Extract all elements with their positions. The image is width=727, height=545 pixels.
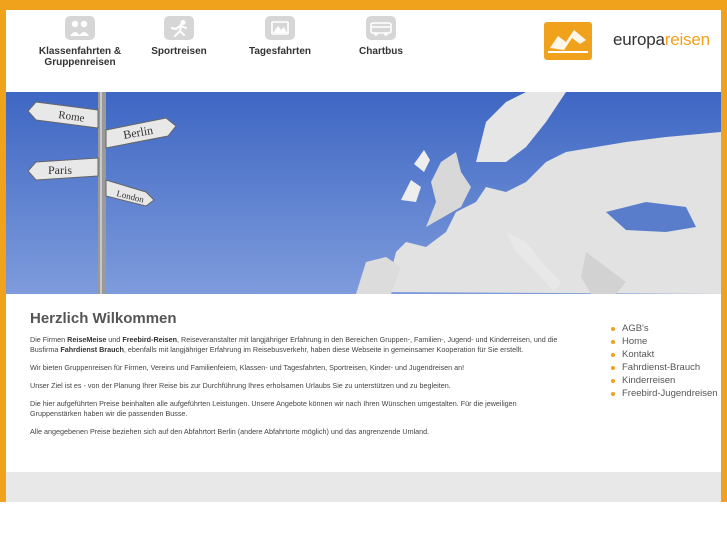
side-menu: AGB's Home Kontakt Fahrdienst-Brauch Kin… xyxy=(610,322,718,400)
nav-sport[interactable]: Sportreisen xyxy=(144,16,214,57)
sign-paris: Paris xyxy=(48,163,72,177)
europe-map-image: Rome Berlin Paris London xyxy=(6,92,721,294)
company-name: Fahrdienst Brauch xyxy=(60,345,124,354)
group-icon xyxy=(65,16,95,40)
page-container: Klassenfahrten & Gruppenreisen Sportreis… xyxy=(6,10,721,502)
goal-paragraph: Unser Ziel ist es - von der Planung Ihre… xyxy=(30,381,451,390)
side-link-fahrdienst[interactable]: Fahrdienst-Brauch xyxy=(610,361,718,374)
side-link-agb[interactable]: AGB's xyxy=(610,322,718,335)
side-link-kontakt[interactable]: Kontakt xyxy=(610,348,718,361)
company-name: Freebird-Reisen xyxy=(122,335,178,344)
p1-part: , ebenfalls mit langjähriger Erfahrung i… xyxy=(123,345,524,354)
nav-daytrips[interactable]: Tagesfahrten xyxy=(244,16,316,57)
nav-chartbus[interactable]: Chartbus xyxy=(351,16,411,57)
hero-banner: Rome Berlin Paris London xyxy=(6,92,721,294)
sport-icon xyxy=(164,16,194,40)
side-link-freebird[interactable]: Freebird-Jugendreisen xyxy=(610,387,718,400)
europareisen-logo[interactable]: europareisen xyxy=(544,22,714,60)
footer-bar xyxy=(6,472,721,502)
side-link-kinderreisen[interactable]: Kinderreisen xyxy=(610,374,718,387)
nav-classtrips[interactable]: Klassenfahrten & Gruppenreisen xyxy=(30,16,130,68)
main-content: Herzlich Wilkommen Die Firmen ReiseMeise… xyxy=(30,310,570,445)
nav-label: Sportreisen xyxy=(151,46,207,57)
logo-mark-icon xyxy=(544,22,592,60)
p1-part: Die Firmen xyxy=(30,335,68,344)
header: Klassenfahrten & Gruppenreisen Sportreis… xyxy=(6,10,721,90)
nav-label: Tagesfahrten xyxy=(248,46,312,57)
intro-paragraph: Die Firmen ReiseMeise und Freebird-Reise… xyxy=(30,335,570,355)
offer-paragraph: Wir bieten Gruppenreisen für Firmen, Ver… xyxy=(30,363,465,372)
price-paragraph: Die hier aufgeführten Preise beinhalten … xyxy=(30,399,517,418)
logo-text-part2: reisen xyxy=(664,30,710,49)
logo-text: europareisen xyxy=(613,30,710,50)
nav-label: Klassenfahrten & Gruppenreisen xyxy=(38,46,122,68)
logo-text-part1: europa xyxy=(613,30,665,49)
p1-part: und xyxy=(106,335,123,344)
company-name: ReiseMeise xyxy=(67,335,107,344)
departure-paragraph: Alle angegebenen Preise beziehen sich au… xyxy=(30,427,430,436)
page-title: Herzlich Wilkommen xyxy=(30,310,177,327)
bus-icon xyxy=(366,16,396,40)
nav-label: Chartbus xyxy=(359,46,403,57)
daytrip-icon xyxy=(265,16,295,40)
side-link-home[interactable]: Home xyxy=(610,335,718,348)
